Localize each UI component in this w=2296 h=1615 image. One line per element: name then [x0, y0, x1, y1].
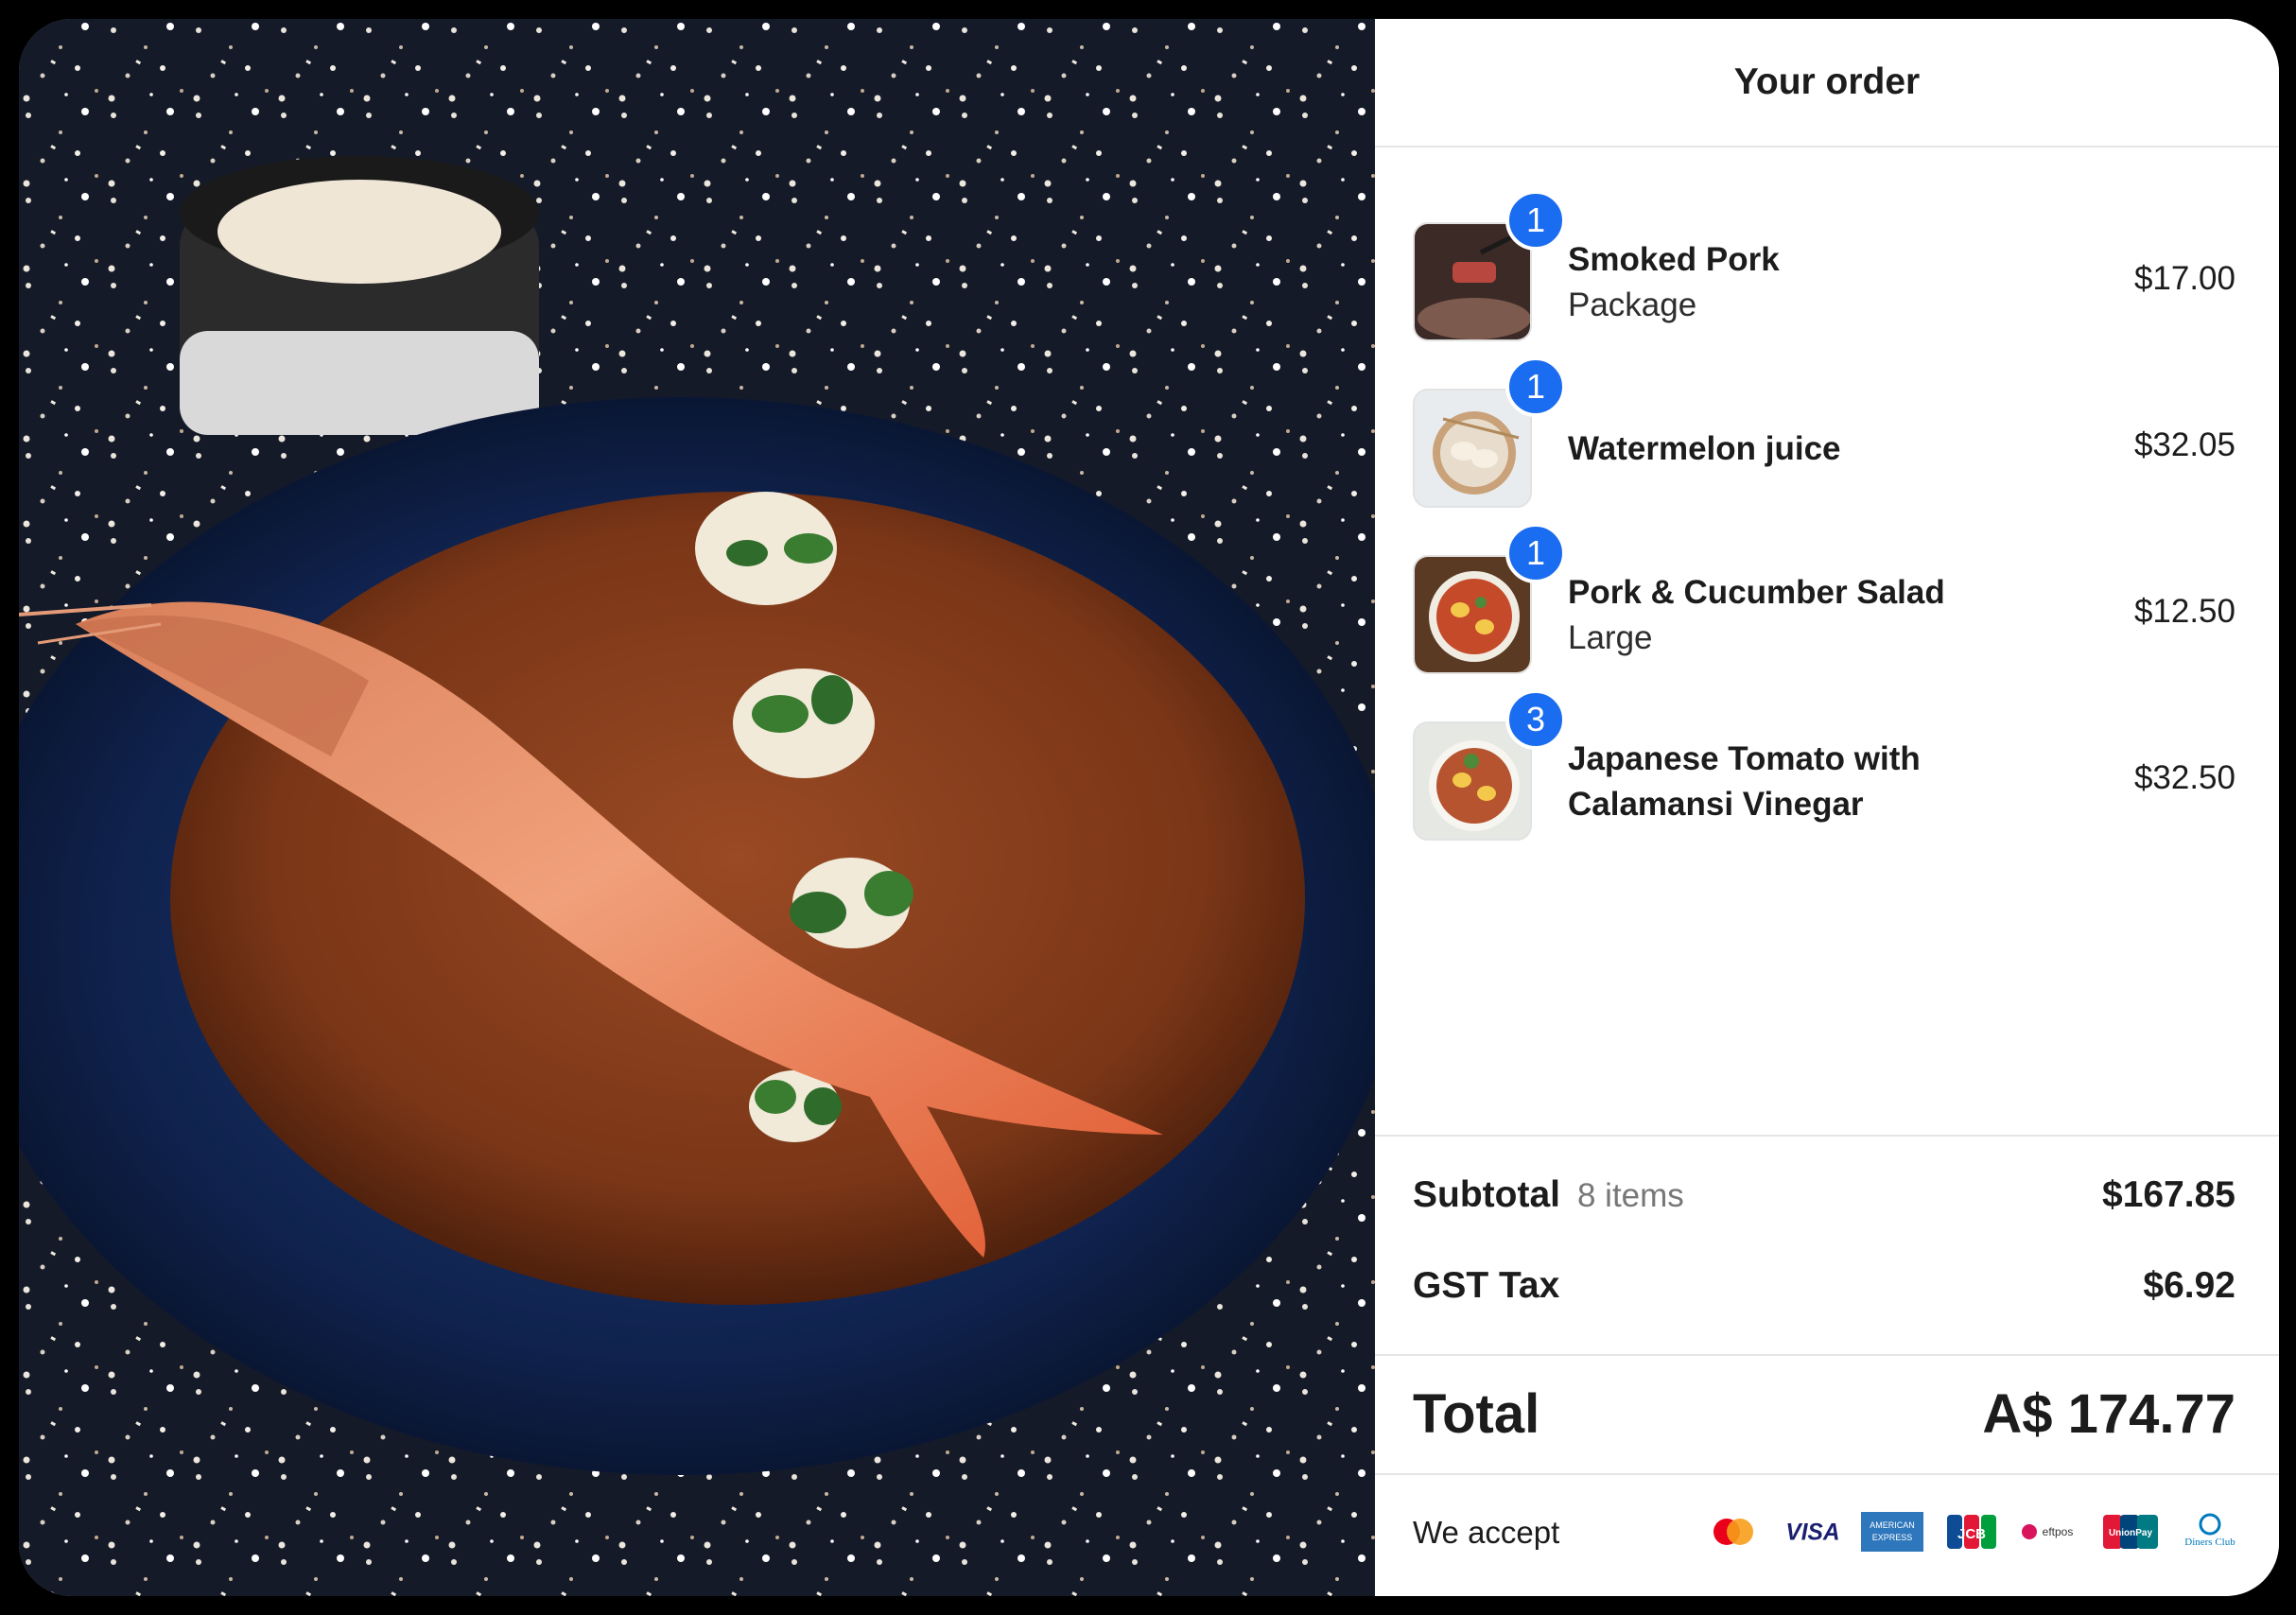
- order-item[interactable]: 1 Watermelon juice $32.05: [1413, 356, 2235, 512]
- accepted-payments: We accept VISA AMERICAN EXPRESS JCB eftpo…: [1375, 1473, 2279, 1596]
- item-price: $32.50: [2133, 759, 2235, 796]
- mastercard-icon: [1702, 1511, 1765, 1553]
- svg-text:AMERICAN: AMERICAN: [1870, 1520, 1915, 1530]
- diners-club-icon: Diners Club: [2179, 1511, 2241, 1553]
- order-item[interactable]: 1 Smoked Pork Package $17.00: [1413, 190, 2235, 345]
- quantity-badge: 1: [1505, 356, 1566, 417]
- jcb-icon: JCB: [1940, 1511, 2003, 1553]
- item-price: $12.50: [2133, 593, 2235, 630]
- quantity-badge: 1: [1505, 190, 1566, 251]
- tax-value: $6.92: [2143, 1265, 2235, 1306]
- payment-icons: VISA AMERICAN EXPRESS JCB eftpos UnionPay…: [1702, 1511, 2241, 1553]
- quantity-badge: 3: [1505, 689, 1566, 750]
- subtotal-label: Subtotal: [1413, 1174, 1560, 1215]
- svg-text:UnionPay: UnionPay: [2109, 1528, 2153, 1538]
- panel-title: Your order: [1375, 19, 2279, 148]
- order-summary: Subtotal 8 items $167.85 GST Tax $6.92: [1375, 1135, 2279, 1306]
- item-name: Pork & Cucumber Salad: [1568, 574, 1945, 611]
- item-option: Package: [1568, 287, 1697, 323]
- order-item[interactable]: 1 Pork & Cucumber Salad Large $12.50: [1413, 523, 2235, 678]
- amex-icon: AMERICAN EXPRESS: [1861, 1511, 1923, 1553]
- total-value: A$ 174.77: [1982, 1383, 2235, 1445]
- subtotal-item-count: 8 items: [1576, 1177, 1684, 1214]
- tax-label: GST Tax: [1413, 1265, 1560, 1306]
- accept-label: We accept: [1413, 1515, 1560, 1550]
- item-price: $32.05: [2133, 426, 2235, 463]
- eftpos-icon: eftpos: [2020, 1511, 2082, 1553]
- svg-text:Diners Club: Diners Club: [2184, 1537, 2235, 1548]
- order-item[interactable]: 3 Japanese Tomato with Calamansi Vinegar…: [1413, 689, 2235, 844]
- visa-icon: VISA: [1782, 1511, 1844, 1553]
- item-option: Large: [1568, 619, 1653, 656]
- subtotal-value: $167.85: [2102, 1174, 2235, 1215]
- total-row: Total A$ 174.77: [1375, 1354, 2279, 1475]
- tax-row: GST Tax $6.92: [1413, 1265, 2235, 1307]
- unionpay-icon: UnionPay: [2099, 1511, 2162, 1553]
- order-panel: Your order 1 Smoked Pork Package $17.00 …: [1375, 19, 2279, 1596]
- subtotal-row: Subtotal 8 items $167.85: [1413, 1174, 2235, 1216]
- item-name: Watermelon juice: [1568, 430, 1841, 467]
- item-price: $17.00: [2133, 260, 2235, 297]
- total-label: Total: [1413, 1383, 1540, 1445]
- svg-text:EXPRESS: EXPRESS: [1872, 1533, 1913, 1542]
- food-photo: [19, 19, 1375, 1596]
- order-screen: Your order 1 Smoked Pork Package $17.00 …: [19, 19, 2279, 1596]
- quantity-badge: 1: [1505, 523, 1566, 583]
- item-name: Japanese Tomato with Calamansi Vinegar: [1568, 740, 1921, 823]
- svg-text:JCB: JCB: [1957, 1526, 1986, 1542]
- svg-text:eftpos: eftpos: [2043, 1525, 2074, 1538]
- item-name: Smoked Pork: [1568, 241, 1780, 278]
- svg-text:VISA: VISA: [1785, 1519, 1839, 1545]
